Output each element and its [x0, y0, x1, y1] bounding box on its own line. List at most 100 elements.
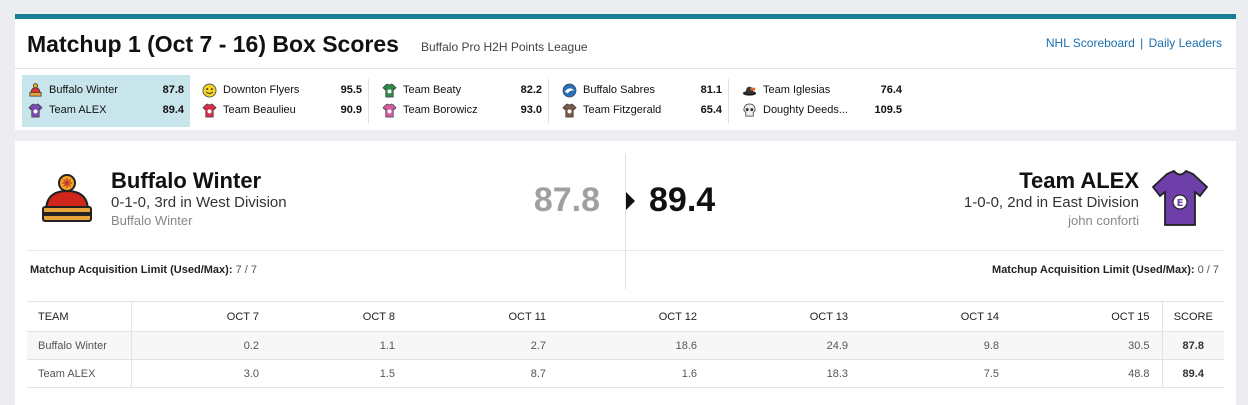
table-cell: 30.5 [1011, 331, 1162, 360]
matchup-team-name: Team ALEX [49, 104, 107, 116]
column-header-team: TEAM [27, 301, 132, 332]
matchup-tile-2[interactable]: Downton Flyers 95.5 Team Beaulieu 90.9 [196, 75, 369, 127]
column-header-score: SCORE [1161, 301, 1224, 332]
matchup-team-score: 95.5 [340, 84, 362, 96]
matchup-team-row: Team Fitzgerald 65.4 [562, 101, 722, 121]
divider [625, 153, 626, 289]
divider [728, 79, 729, 123]
left-team-score: 87.8 [533, 181, 600, 219]
skull-icon [743, 103, 756, 117]
svg-text:E: E [1177, 198, 1184, 209]
table-cell: 8.7 [407, 359, 558, 388]
table-row: Team ALEX 3.0 1.5 8.7 1.6 18.3 7.5 48.8 … [27, 359, 1224, 388]
matchup-team-name: Team Beaty [403, 84, 462, 96]
hat-icon [742, 86, 757, 96]
column-header-day: OCT 8 [271, 301, 407, 332]
winter-hat-logo-icon[interactable] [39, 171, 95, 227]
matchup-team-name: Doughty Deeds... [763, 104, 848, 116]
column-header-day: OCT 14 [860, 301, 1011, 332]
daily-leaders-link[interactable]: Daily Leaders [1149, 36, 1222, 50]
left-team-name[interactable]: Buffalo Winter [111, 168, 261, 194]
acquisition-limit-label: Matchup Acquisition Limit (Used/Max): [992, 264, 1195, 276]
column-header-day: OCT 12 [558, 301, 709, 332]
table-row: Buffalo Winter 0.2 1.1 2.7 18.6 24.9 9.8… [27, 331, 1224, 360]
winter-hat-icon [29, 83, 42, 97]
matchup-team-score: 109.5 [874, 104, 902, 116]
matchups-header-card: Matchup 1 (Oct 7 - 16) Box Scores Buffal… [15, 14, 1236, 130]
table-cell: 0.2 [131, 331, 271, 360]
table-cell-score: 87.8 [1161, 331, 1224, 360]
matchup-team-row: Team ALEX 89.4 [28, 101, 184, 121]
matchup-team-name: Team Fitzgerald [583, 104, 662, 116]
matchup-team-row: Buffalo Sabres 81.1 [562, 81, 722, 101]
daily-scores-table: TEAM OCT 7 OCT 8 OCT 11 OCT 12 OCT 13 OC… [27, 301, 1224, 388]
matchup-detail-card: Buffalo Winter 0-1-0, 3rd in West Divisi… [15, 141, 1236, 405]
table-cell-team[interactable]: Team ALEX [27, 359, 132, 388]
table-cell: 18.6 [558, 331, 709, 360]
table-cell-team[interactable]: Buffalo Winter [27, 331, 132, 360]
table-cell: 1.6 [558, 359, 709, 388]
matchup-team-score: 65.4 [700, 104, 722, 116]
table-cell: 48.8 [1011, 359, 1162, 388]
table-cell: 3.0 [131, 359, 271, 388]
purple-jersey-logo-icon[interactable]: E [1150, 169, 1210, 229]
table-cell: 7.5 [860, 359, 1011, 388]
matchup-team-name: Team Beaulieu [223, 104, 296, 116]
matchup-team-name: Team Borowicz [403, 104, 478, 116]
matchup-team-score: 90.9 [340, 104, 362, 116]
right-team-record: 1-0-0, 2nd in East Division [963, 194, 1139, 211]
winner-arrow-icon [626, 192, 635, 210]
acquisition-limit-label: Matchup Acquisition Limit (Used/Max): [30, 264, 233, 276]
divider [548, 79, 549, 123]
matchup-team-name: Downton Flyers [223, 84, 300, 96]
league-name: Buffalo Pro H2H Points League [421, 40, 588, 54]
nhl-scoreboard-link[interactable]: NHL Scoreboard [1046, 36, 1135, 50]
smiley-face-icon [202, 83, 217, 98]
table-cell: 24.9 [709, 331, 860, 360]
matchup-tile-5[interactable]: Team Iglesias 76.4 Doughty Deeds... 109.… [736, 75, 908, 127]
left-team-owner: Buffalo Winter [111, 213, 193, 228]
column-header-day: OCT 13 [709, 301, 860, 332]
right-team-name[interactable]: Team ALEX [1019, 168, 1139, 194]
matchup-team-row: Doughty Deeds... 109.5 [742, 101, 902, 121]
matchup-team-row: Team Borowicz 93.0 [382, 101, 542, 121]
matchup-team-name: Buffalo Sabres [583, 84, 655, 96]
matchup-team-row: Team Iglesias 76.4 [742, 81, 902, 101]
matchup-tile-1[interactable]: Buffalo Winter 87.8 Team ALEX 89.4 [22, 75, 190, 127]
acquisition-limit-value: 0 / 7 [1197, 264, 1219, 276]
matchup-team-row: Buffalo Winter 87.8 [28, 81, 184, 101]
link-separator: | [1140, 36, 1144, 50]
matchup-team-row: Team Beaulieu 90.9 [202, 101, 362, 121]
right-team-owner: john conforti [1068, 213, 1139, 228]
purple-jersey-icon [28, 103, 43, 118]
left-acquisition-limit: Matchup Acquisition Limit (Used/Max): 7 … [30, 264, 257, 276]
acquisition-limit-value: 7 / 7 [235, 264, 257, 276]
matchup-team-score: 93.0 [520, 104, 542, 116]
right-acquisition-limit: Matchup Acquisition Limit (Used/Max): 0 … [992, 264, 1219, 276]
matchup-tile-4[interactable]: Buffalo Sabres 81.1 Team Fitzgerald 65.4 [556, 75, 729, 127]
green-jersey-icon [382, 83, 397, 98]
matchup-team-name: Buffalo Winter [49, 84, 118, 96]
column-header-day: OCT 11 [407, 301, 558, 332]
matchup-team-score: 87.8 [162, 84, 184, 96]
pink-jersey-icon [382, 103, 397, 118]
matchup-team-score: 81.1 [700, 84, 722, 96]
matchup-team-score: 82.2 [520, 84, 542, 96]
matchup-tile-3[interactable]: Team Beaty 82.2 Team Borowicz 93.0 [376, 75, 549, 127]
table-cell-score: 89.4 [1161, 359, 1224, 388]
sabres-logo-icon [562, 83, 577, 98]
table-cell: 1.1 [271, 331, 407, 360]
column-header-day: OCT 15 [1011, 301, 1162, 332]
table-cell: 1.5 [271, 359, 407, 388]
red-jersey-icon [202, 103, 217, 118]
right-team-score: 89.4 [649, 181, 716, 219]
divider [27, 250, 1224, 251]
table-header-row: TEAM OCT 7 OCT 8 OCT 11 OCT 12 OCT 13 OC… [27, 301, 1224, 332]
matchup-team-row: Downton Flyers 95.5 [202, 81, 362, 101]
table-cell: 2.7 [407, 331, 558, 360]
title-row: Matchup 1 (Oct 7 - 16) Box Scores Buffal… [15, 19, 1236, 67]
table-cell: 18.3 [709, 359, 860, 388]
matchup-team-name: Team Iglesias [763, 84, 831, 96]
divider [15, 68, 1236, 69]
page-title: Matchup 1 (Oct 7 - 16) Box Scores [27, 31, 399, 57]
